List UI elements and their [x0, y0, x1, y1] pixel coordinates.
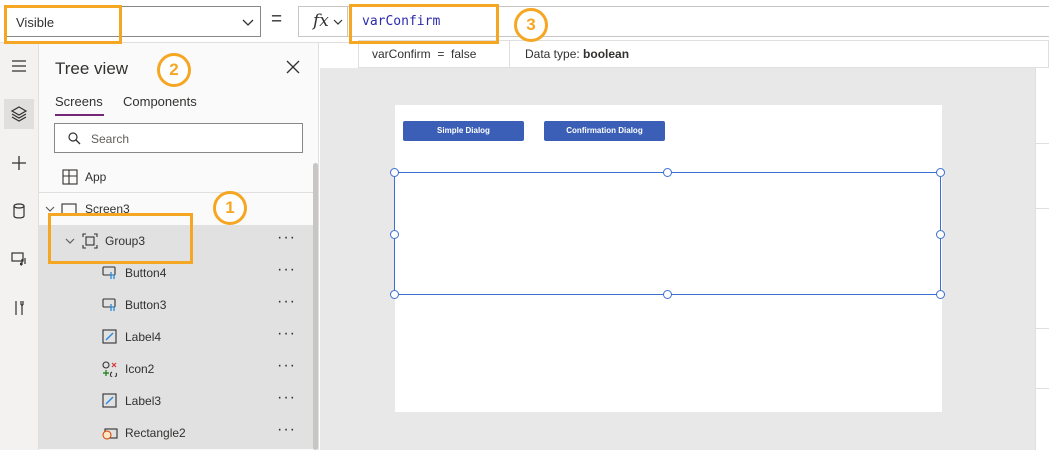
divider — [1036, 388, 1049, 389]
hamburger-icon — [12, 60, 26, 72]
canvas-area: Simple Dialog Confirmation Dialog — [320, 68, 1035, 450]
shapes-icon — [102, 428, 118, 440]
tree-view-title: Tree view — [55, 59, 129, 78]
button-icon — [102, 266, 116, 279]
tree-scrollbar[interactable] — [313, 163, 318, 450]
resize-handle[interactable] — [936, 230, 945, 239]
resize-handle[interactable] — [936, 290, 945, 299]
tree-node-label-control[interactable]: Label3 ··· — [39, 385, 319, 417]
equals-sign: = — [271, 9, 283, 30]
tree-node-label-control[interactable]: Label4 ··· — [39, 321, 319, 353]
resize-handle[interactable] — [663, 290, 672, 299]
more-options-button[interactable]: ··· — [277, 325, 296, 343]
resize-handle[interactable] — [663, 168, 672, 177]
app-icon — [62, 169, 78, 185]
tree-node-label: Button3 — [125, 298, 167, 312]
active-tab-indicator — [55, 114, 104, 116]
tree-node-label: Rectangle2 — [125, 426, 186, 440]
app-screen[interactable]: Simple Dialog Confirmation Dialog — [390, 105, 945, 412]
tree-node-label: App — [85, 170, 107, 184]
search-placeholder: Search — [91, 132, 130, 146]
simple-dialog-button[interactable]: Simple Dialog — [403, 121, 524, 141]
properties-pane-edge — [1035, 68, 1049, 450]
chevron-down-icon — [242, 19, 254, 26]
resize-handle[interactable] — [390, 290, 399, 299]
divider — [1036, 143, 1049, 144]
formula-result: varConfirm = false — [372, 47, 477, 61]
more-options-button[interactable]: ··· — [277, 389, 296, 407]
tree-node-label: Label4 — [125, 330, 162, 344]
tree-node-label: Icon2 — [125, 362, 155, 376]
tree-node-app[interactable]: App — [39, 161, 319, 193]
more-options-button[interactable]: ··· — [277, 229, 296, 247]
icons-icon — [102, 361, 118, 377]
more-options-button[interactable]: ··· — [277, 421, 296, 439]
formula-result-strip: varConfirm = false Data type: boolean — [358, 40, 1049, 68]
database-icon — [13, 203, 25, 219]
chevron-down-icon — [333, 19, 343, 25]
fx-icon: fx — [313, 11, 329, 31]
resize-handle[interactable] — [390, 230, 399, 239]
data-type: Data type: boolean — [525, 47, 629, 61]
media-icon — [11, 252, 26, 266]
callout-box-property — [4, 5, 122, 44]
callout-number: 3 — [514, 8, 548, 42]
fx-button[interactable]: fx — [298, 6, 348, 37]
plus-icon — [12, 156, 26, 170]
left-rail — [0, 43, 39, 450]
resize-handle[interactable] — [936, 168, 945, 177]
tree-node-rectangle[interactable]: Rectangle2 ··· — [39, 417, 319, 449]
confirmation-dialog-button[interactable]: Confirmation Dialog — [544, 121, 665, 141]
divider — [1036, 208, 1049, 209]
selected-group[interactable] — [390, 168, 945, 299]
callout-box-formula — [349, 4, 499, 44]
tools-button[interactable] — [4, 293, 34, 323]
divider — [1036, 328, 1049, 329]
tab-components[interactable]: Components — [123, 94, 197, 109]
media-button[interactable] — [4, 244, 34, 274]
layers-icon — [10, 106, 28, 122]
button-icon — [102, 298, 116, 311]
edit-text-icon — [102, 393, 117, 408]
search-input[interactable]: Search — [54, 123, 303, 153]
more-options-button[interactable]: ··· — [277, 357, 296, 375]
tab-screens[interactable]: Screens — [55, 94, 103, 109]
data-type-label: Data type: — [525, 47, 580, 61]
search-icon — [68, 132, 81, 145]
hamburger-menu-button[interactable] — [4, 51, 34, 81]
tree-node-button[interactable]: Button3 ··· — [39, 289, 319, 321]
data-button[interactable] — [4, 196, 34, 226]
callout-box-group — [48, 213, 193, 264]
tools-icon — [15, 301, 24, 315]
tree-node-label: Button4 — [125, 266, 167, 280]
data-type-value: boolean — [583, 47, 630, 61]
app-window: Visible = fx varConfirm varConfirm = fal… — [0, 0, 1049, 450]
callout-number: 1 — [213, 191, 247, 225]
divider — [509, 41, 510, 68]
tree-view-button[interactable] — [4, 99, 34, 129]
edit-text-icon — [102, 329, 117, 344]
more-options-button[interactable]: ··· — [277, 261, 296, 279]
tree-node-label: Label3 — [125, 394, 162, 408]
callout-number: 2 — [157, 53, 191, 87]
more-options-button[interactable]: ··· — [277, 293, 296, 311]
close-icon[interactable] — [285, 59, 301, 75]
resize-handle[interactable] — [390, 168, 399, 177]
insert-button[interactable] — [4, 148, 34, 178]
tree-node-icon[interactable]: Icon2 ··· — [39, 353, 319, 385]
